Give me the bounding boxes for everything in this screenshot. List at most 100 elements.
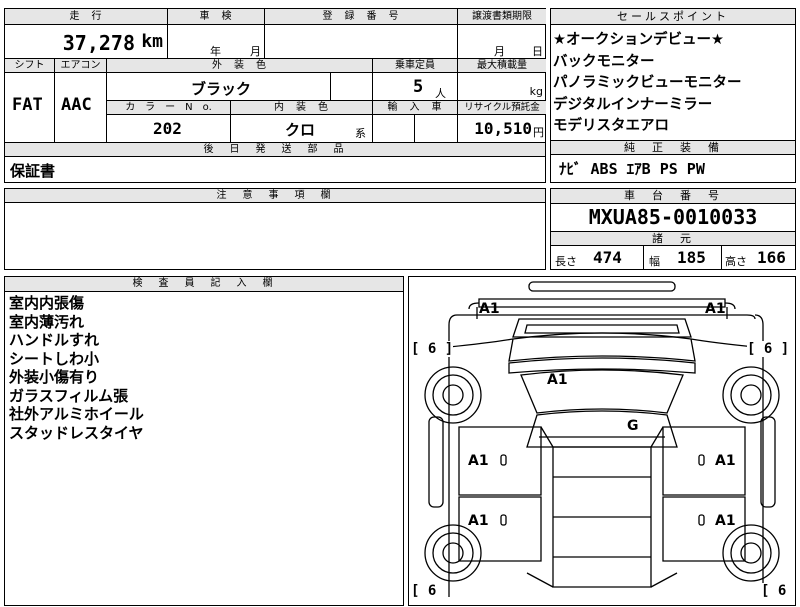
sales-point-item: ★オークションデビュー★	[553, 32, 724, 48]
sales-point-item: パノラミックビューモニター	[553, 75, 742, 91]
mileage-cell: 37,278 km	[5, 25, 168, 59]
interior-color-value: クロ	[285, 121, 316, 139]
ac-cell: AAC	[55, 73, 107, 142]
transfer-cell: 月 日	[458, 25, 546, 59]
damage-glass: G	[627, 418, 639, 434]
equipment-box: 純 正 装 備 ﾅﾋﾞ ABS ｴｱB PS PW	[550, 141, 796, 183]
exterior-color-value: ブラック	[191, 80, 252, 98]
capacity-label: 乗車定員	[373, 59, 458, 73]
color-number-label: カ ラ ー N o.	[107, 101, 231, 115]
notes-box: 注 意 事 項 欄	[4, 188, 546, 270]
chassis-value: MXUA85-0010033	[588, 205, 758, 229]
equipment-label: 純 正 装 備	[551, 141, 795, 155]
recycle-deposit-label: リサイクル預託金	[458, 101, 546, 115]
interior-color-cell: クロ 系	[231, 115, 373, 142]
mileage-value: 37,278	[62, 31, 135, 55]
transfer-month-unit: 月	[494, 45, 505, 58]
front-bumper	[478, 298, 726, 308]
sales-point-item: バックモニター	[553, 53, 655, 70]
width-value: 185	[677, 248, 706, 267]
front-bumper-top	[528, 281, 676, 292]
chassis-box: 車 台 番 号 MXUA85-0010033 諸 元 長さ 474 幅 185 …	[550, 188, 796, 270]
tire-depth-rear-right: [ 6	[761, 583, 787, 599]
door-rear-right	[662, 496, 746, 562]
top-info-table: 走 行 車 検 登 録 番 号 譲渡書類期限 37,278 km 年 月 月 日	[4, 8, 546, 59]
color-number-cell: 202	[107, 115, 231, 142]
exterior-color-extra-cell	[331, 73, 373, 101]
length-label: 長さ	[555, 255, 577, 268]
car-diagram	[424, 281, 780, 597]
inspector-label: 検 査 員 記 入 欄	[5, 277, 403, 292]
mileage-unit: km	[141, 31, 163, 52]
import-cell-1	[373, 115, 415, 142]
car-diagram-box: A1 A1 A1 G A1 A1 A1 A1 [ 6 ] [ 6 ] [ 6 […	[408, 276, 796, 606]
sales-point-item: モデリスタエアロ	[553, 118, 669, 134]
wheel-front-right	[722, 366, 780, 424]
import-label: 輸 入 車	[373, 101, 458, 115]
inspector-line: 室内薄汚れ	[9, 312, 85, 331]
inspector-line: シートしわ小	[9, 349, 100, 368]
max-load-label: 最大積載量	[458, 59, 546, 73]
sales-point-box: セールスポイント ★オークションデビュー★ バックモニター パノラミックビューモ…	[550, 8, 796, 141]
wheel-rear-left	[424, 524, 482, 582]
capacity-unit: 人	[435, 87, 446, 100]
inspector-list: 室内内張傷 室内薄汚れ ハンドルすれ シートしわ小 外装小傷有り ガラスフィルム…	[9, 294, 144, 442]
inspector-line: ハンドルすれ	[9, 331, 100, 349]
shift-cell: FAT	[5, 73, 55, 142]
sales-point-label: セールスポイント	[551, 9, 795, 25]
capacity-cell: 5 人	[373, 73, 458, 101]
inspector-line: 室内内張傷	[9, 294, 85, 312]
later-parts-label: 後 日 発 送 部 品	[5, 143, 545, 157]
damage-hood: A1	[547, 372, 568, 388]
inspection-month-unit: 月	[250, 45, 261, 58]
registration-cell	[265, 25, 458, 59]
door-rear-left	[458, 496, 542, 562]
damage-front-right: A1	[705, 301, 726, 317]
color-number-value: 202	[153, 119, 182, 138]
import-cell-2	[415, 115, 458, 142]
mileage-label: 走 行	[5, 9, 168, 25]
tire-depth-front-left: [ 6 ]	[411, 341, 454, 357]
inspection-year-unit: 年	[210, 45, 221, 58]
vehicle-spec-table: シフト エアコン 外 装 色 乗車定員 最大積載量 FAT AAC ブラック 5…	[4, 59, 546, 143]
sales-point-list: ★オークションデビュー★ バックモニター パノラミックビューモニター デジタルイ…	[553, 30, 742, 138]
windshield	[520, 369, 684, 414]
inspector-line: スタッドレスタイヤ	[9, 423, 144, 442]
damage-door-rear-right: A1	[715, 513, 736, 529]
damage-door-front-left: A1	[468, 453, 489, 469]
recycle-cell: 10,510 円	[458, 115, 546, 142]
later-parts-value: 保証書	[10, 162, 56, 180]
notes-label: 注 意 事 項 欄	[5, 189, 545, 203]
max-load-unit: kg	[529, 85, 543, 98]
damage-door-rear-left: A1	[468, 513, 489, 529]
width-label: 幅	[649, 255, 660, 268]
tire-depth-rear-left: [ 6	[411, 583, 437, 599]
wheel-rear-right	[722, 524, 780, 582]
inspector-line: 社外アルミホイール	[9, 405, 144, 423]
tire-depth-front-right: [ 6 ]	[747, 341, 790, 357]
interior-color-suffix: 系	[355, 127, 366, 140]
damage-front-left: A1	[479, 301, 500, 317]
transfer-day-unit: 日	[532, 45, 543, 58]
recycle-unit: 円	[533, 126, 544, 139]
exterior-color-label: 外 装 色	[107, 59, 373, 73]
inspection-label: 車 検	[168, 9, 265, 25]
ac-value: AAC	[61, 95, 92, 115]
later-parts-box: 後 日 発 送 部 品 保証書	[4, 143, 546, 183]
height-label: 高さ	[725, 255, 747, 268]
length-value: 474	[593, 248, 622, 267]
inspector-line: ガラスフィルム張	[9, 386, 129, 405]
equipment-value: ﾅﾋﾞ ABS ｴｱB PS PW	[559, 160, 705, 178]
inspector-line: 外装小傷有り	[9, 368, 100, 386]
shift-value: FAT	[12, 95, 43, 115]
interior-color-label: 内 装 色	[231, 101, 373, 115]
sales-point-item: デジタルインナーミラー	[553, 96, 713, 113]
dims-row: 長さ 474 幅 185 高さ 166	[551, 246, 795, 270]
inspector-box: 検 査 員 記 入 欄 室内内張傷 室内薄汚れ ハンドルすれ シートしわ小 外装…	[4, 276, 404, 606]
mirror-left	[428, 416, 444, 508]
registration-label: 登 録 番 号	[265, 9, 458, 25]
transfer-deadline-label: 譲渡書類期限	[458, 9, 546, 25]
chassis-label: 車 台 番 号	[551, 189, 795, 204]
damage-door-front-right: A1	[715, 453, 736, 469]
ac-label: エアコン	[55, 59, 107, 73]
